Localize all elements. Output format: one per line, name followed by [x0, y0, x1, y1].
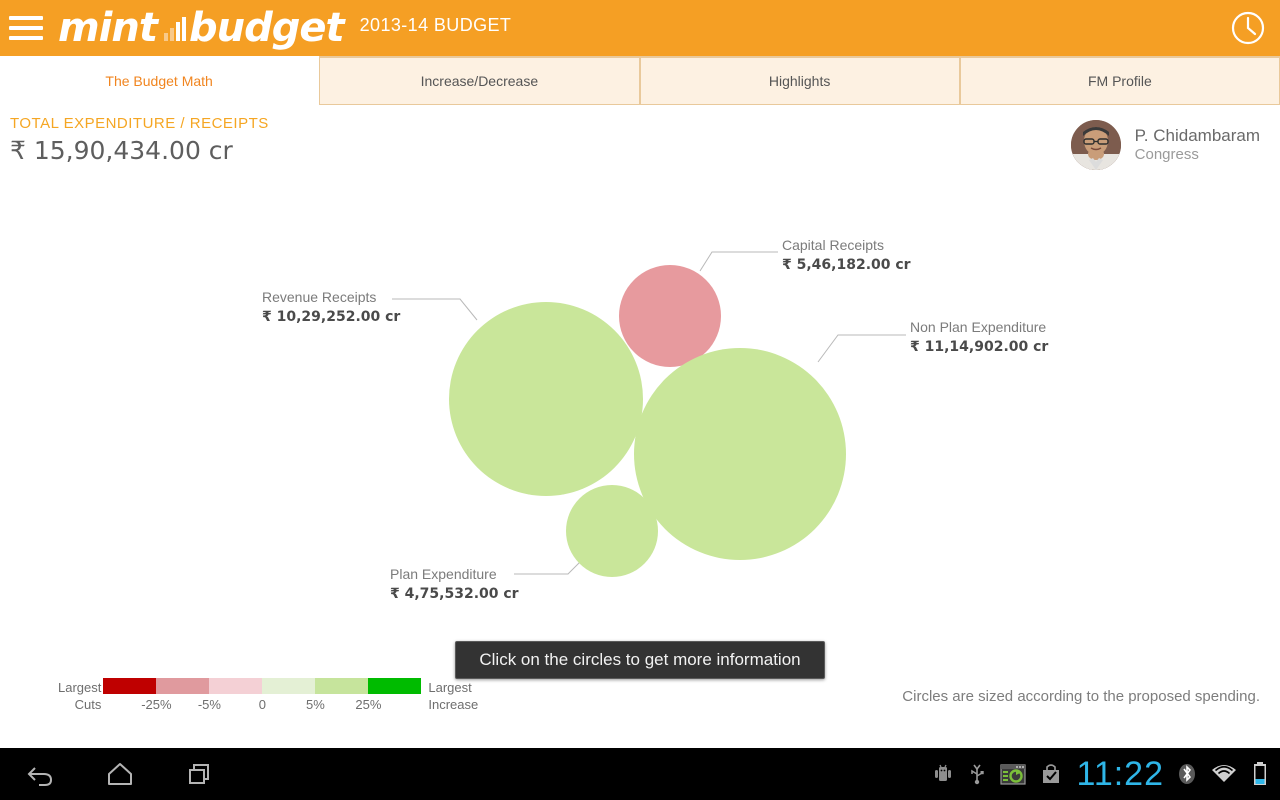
- android-debug-icon: [932, 762, 954, 786]
- bubble-label-non-plan-expenditure: Non Plan Expenditure ₹ 11,14,902.00 cr: [910, 318, 1048, 357]
- legend-swatch-5: [368, 678, 422, 694]
- recent-apps-icon[interactable]: [160, 748, 240, 800]
- status-icons: 11:22: [932, 755, 1280, 794]
- app-bar: mint budget 2013-14 BUDGET: [0, 0, 1280, 56]
- clock-icon[interactable]: [1228, 8, 1268, 48]
- legend-left-caption-line1: Largest: [58, 680, 102, 695]
- bubble-label-name: Plan Expenditure: [390, 566, 497, 582]
- legend-swatch-4: [315, 678, 369, 694]
- bubble-non-plan-expenditure[interactable]: [634, 348, 846, 560]
- tab-bar: The Budget Math Increase/Decrease Highli…: [0, 56, 1280, 105]
- usb-icon: [968, 762, 986, 786]
- tab-label: The Budget Math: [105, 73, 213, 89]
- tab-fm-profile[interactable]: FM Profile: [959, 56, 1280, 105]
- toast-message: Click on the circles to get more informa…: [455, 641, 825, 679]
- chart-footnote: Circles are sized according to the propo…: [902, 688, 1260, 705]
- legend-swatch-1: [156, 678, 210, 694]
- wifi-icon: [1210, 762, 1238, 786]
- bubble-label-capital-receipts: Capital Receipts ₹ 5,46,182.00 cr: [782, 236, 911, 275]
- toast-text: Click on the circles to get more informa…: [479, 650, 801, 669]
- legend-right-caption-line1: Largest: [428, 680, 472, 695]
- home-icon[interactable]: [80, 748, 160, 800]
- android-system-bar: 11:22: [0, 748, 1280, 800]
- fm-profile-summary[interactable]: P. Chidambaram Congress: [1070, 120, 1260, 170]
- tab-increase-decrease[interactable]: Increase/Decrease: [319, 56, 640, 105]
- legend-left-caption: Largest Cuts: [58, 678, 101, 714]
- checked-bag-icon: [1040, 762, 1062, 786]
- totals-value: ₹ 15,90,434.00 cr: [10, 136, 233, 165]
- app-bar-subtitle: 2013-14 BUDGET: [359, 14, 512, 35]
- tab-label: FM Profile: [1087, 73, 1152, 89]
- bubble-label-value: ₹ 5,46,182.00 cr: [782, 256, 911, 273]
- legend-tick: 5%: [305, 697, 325, 712]
- legend-tick: -25%: [141, 697, 172, 712]
- legend-swatches: [103, 678, 422, 694]
- brand-budget-text: budget: [189, 5, 345, 51]
- tab-label: Highlights: [768, 73, 831, 89]
- bubble-plan-expenditure[interactable]: [566, 485, 658, 577]
- profile-party: Congress: [1134, 146, 1199, 164]
- back-arrow-icon[interactable]: [0, 748, 80, 800]
- bluetooth-icon: [1178, 761, 1196, 787]
- legend-swatch-0: [103, 678, 157, 694]
- brand-mint-text: mint: [58, 5, 158, 51]
- bar-chart-icon: [164, 17, 186, 41]
- bubble-label-plan-expenditure: Plan Expenditure ₹ 4,75,532.00 cr: [390, 565, 519, 604]
- legend-tick: 0: [258, 697, 266, 712]
- status-clock: 11:22: [1076, 754, 1164, 793]
- bubble-chart: Revenue Receipts ₹ 10,29,252.00 cr Capit…: [0, 170, 1280, 640]
- legend-scale: -25% -5% 0 5% 25%: [103, 678, 422, 714]
- bubble-leader-line: [817, 334, 906, 363]
- app-root: mint budget 2013-14 BUDGET The Budget Ma…: [0, 0, 1280, 800]
- bubble-label-name: Capital Receipts: [782, 237, 884, 253]
- legend-tick: -5%: [197, 697, 221, 712]
- bubble-revenue-receipts[interactable]: [449, 302, 643, 496]
- bubble-label-name: Non Plan Expenditure: [910, 319, 1047, 335]
- totals-label: TOTAL EXPENDITURE / RECEIPTS: [10, 115, 269, 132]
- bubble-label-value: ₹ 4,75,532.00 cr: [390, 585, 519, 602]
- color-legend: Largest Cuts -25% -5% 0 5% 25% Largest Incre…: [58, 678, 478, 714]
- bubble-leader-line: [392, 298, 478, 321]
- bubble-label-revenue-receipts: Revenue Receipts ₹ 10,29,252.00 cr: [262, 288, 400, 327]
- legend-left-caption-line2: Cuts: [74, 696, 102, 712]
- totals-block: TOTAL EXPENDITURE / RECEIPTS ₹ 15,90,434…: [10, 115, 269, 165]
- legend-right-caption-line2: Increase: [428, 696, 479, 712]
- legend-swatch-2: [209, 678, 263, 694]
- app-sync-icon: [1000, 762, 1027, 786]
- hamburger-menu-icon[interactable]: [0, 0, 52, 56]
- tab-highlights[interactable]: Highlights: [639, 56, 960, 105]
- bubble-label-name: Revenue Receipts: [262, 289, 377, 305]
- avatar: [1070, 120, 1121, 170]
- legend-swatch-3: [262, 678, 316, 694]
- bubble-leader-line: [699, 251, 778, 272]
- brand-logo: mint budget: [58, 5, 345, 51]
- tab-label: Increase/Decrease: [420, 73, 539, 89]
- bubble-label-value: ₹ 11,14,902.00 cr: [910, 338, 1049, 355]
- profile-name: P. Chidambaram: [1134, 126, 1260, 145]
- profile-text: P. Chidambaram Congress: [1135, 125, 1260, 165]
- legend-tick: 25%: [355, 697, 382, 712]
- bubble-capital-receipts[interactable]: [619, 265, 721, 367]
- bubble-leader-line: [514, 561, 581, 575]
- legend-ticks: -25% -5% 0 5% 25%: [103, 694, 421, 714]
- legend-right-caption: Largest Increase: [423, 678, 478, 714]
- tab-the-budget-math[interactable]: The Budget Math: [0, 56, 320, 105]
- battery-icon: [1252, 761, 1268, 787]
- bubble-label-value: ₹ 10,29,252.00 cr: [262, 308, 401, 325]
